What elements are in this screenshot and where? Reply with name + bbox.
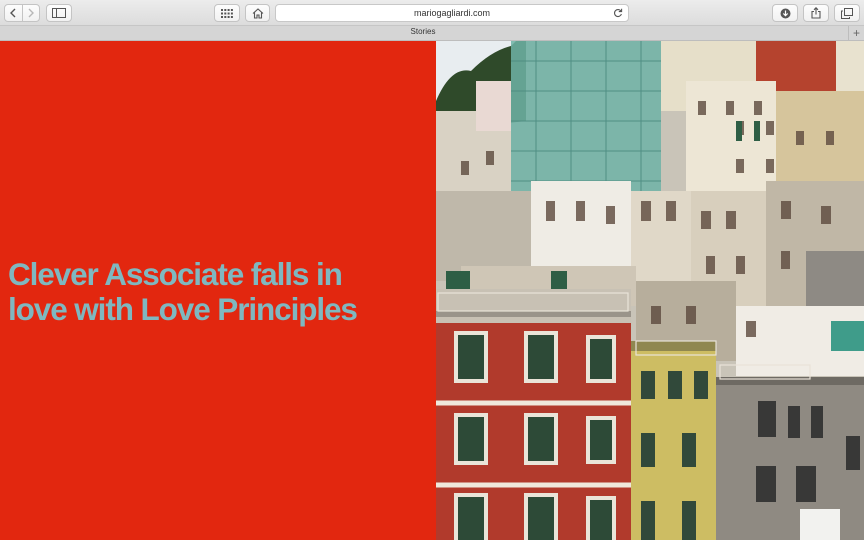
sidebar-button[interactable] <box>46 4 72 22</box>
colorful-hillside-houses-photo <box>436 41 864 540</box>
headline-line-2: love with Love Principles <box>8 291 358 327</box>
tab-bar: Stories + <box>0 26 864 41</box>
tab-stories[interactable]: Stories <box>0 27 846 36</box>
story-photo <box>436 41 864 540</box>
headline-panel: Clever Associate falls in love with Love… <box>0 41 436 540</box>
navigation-buttons <box>4 4 40 22</box>
downloads-button[interactable] <box>772 4 798 22</box>
grid-icon <box>221 8 233 18</box>
reload-icon[interactable] <box>613 8 623 18</box>
home-icon <box>252 7 263 19</box>
back-button[interactable] <box>5 5 22 21</box>
new-tab-button[interactable]: + <box>848 26 864 40</box>
share-button[interactable] <box>803 4 829 22</box>
home-button[interactable] <box>245 4 270 22</box>
chevron-left-icon <box>10 8 16 18</box>
browser-toolbar: mariogagliardi.com <box>0 0 864 26</box>
page-content: Clever Associate falls in love with Love… <box>0 41 864 540</box>
share-icon <box>811 7 821 19</box>
story-headline[interactable]: Clever Associate falls in love with Love… <box>8 257 428 327</box>
tabs-overview-icon <box>841 7 853 19</box>
headline-line-1: Clever Associate falls in <box>8 256 343 292</box>
download-icon <box>780 8 790 18</box>
chevron-right-icon <box>28 8 34 18</box>
forward-button[interactable] <box>21 5 40 21</box>
url-text: mariogagliardi.com <box>413 8 491 18</box>
address-bar[interactable]: mariogagliardi.com <box>275 4 629 22</box>
sidebar-icon <box>52 8 66 18</box>
top-sites-button[interactable] <box>214 4 240 22</box>
tabs-overview-button[interactable] <box>834 4 860 22</box>
